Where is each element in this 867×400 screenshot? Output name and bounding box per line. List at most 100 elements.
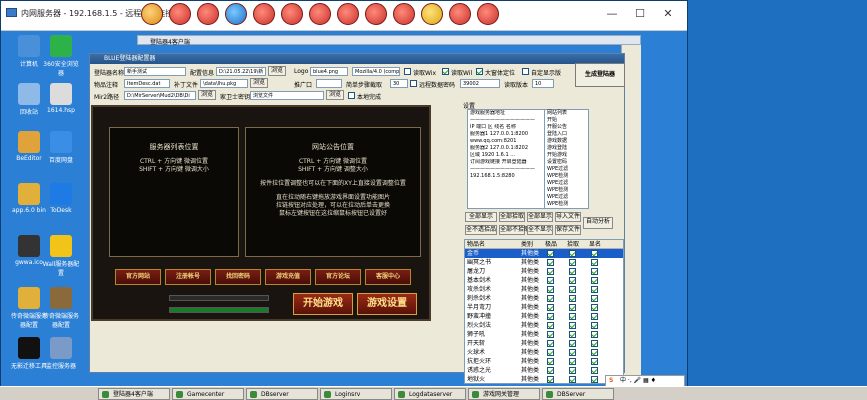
table-row[interactable]: 火球术 其他类 (465, 348, 623, 357)
taskbar-item[interactable]: 游戏网关管理 (468, 388, 540, 400)
none-show-button[interactable]: 全不显示 (527, 225, 553, 235)
function-list[interactable]: 网站列表 开始 开服公告 登陆入口 游戏数据 游戏登陆 开始游戏 设置密码 WPE过滤 WPE检测… (544, 109, 589, 209)
premium-checkbox[interactable] (547, 268, 554, 275)
show-name-checkbox[interactable] (591, 304, 598, 311)
premium-checkbox[interactable] (547, 313, 554, 320)
recharge-button[interactable]: 游戏充值 (265, 269, 311, 285)
pickup-checkbox[interactable] (569, 286, 576, 293)
premium-checkbox[interactable] (547, 322, 554, 329)
premium-checkbox[interactable] (547, 358, 554, 365)
toolbar-app-icon[interactable] (337, 3, 359, 25)
show-name-checkbox[interactable] (591, 322, 598, 329)
close-icon[interactable]: ✕ (655, 5, 681, 23)
server-list-line[interactable]: 服务器1 127.0.0.1:8200 (468, 131, 544, 138)
desktop-icon[interactable]: 1614.hsp (41, 83, 81, 114)
toolbar-app-icon[interactable] (421, 3, 443, 25)
table-row[interactable]: 幽冥之书 其他类 (465, 258, 623, 267)
desktop-icon[interactable]: 360安全浏览器 (41, 35, 81, 77)
desktop-icon[interactable]: ToDesk (41, 183, 81, 214)
toolbar-app-icon[interactable] (477, 3, 499, 25)
toolbar-app-icon[interactable] (253, 3, 275, 25)
taskbar-item[interactable]: Logdataserver (394, 388, 466, 400)
col-pickup[interactable]: 拾取 (567, 240, 579, 249)
col-category[interactable]: 类别 (521, 240, 533, 249)
pickup-checkbox[interactable] (569, 340, 576, 347)
show-name-checkbox[interactable] (591, 268, 598, 275)
desktop-icon[interactable]: Wall服务器配置 (41, 235, 81, 277)
single-step-input[interactable]: 30 (390, 79, 408, 88)
premium-checkbox[interactable] (547, 277, 554, 284)
notice-panel[interactable]: 网站公告位置 CTRL + 方向键 微调位置 SHIFT + 方向键 调整大小 … (245, 127, 421, 257)
import-file-button[interactable]: 导入文件 (555, 212, 581, 222)
guard-key-input[interactable]: 浏览文件 (250, 91, 324, 100)
taskbar-item[interactable]: Loginsrv (320, 388, 392, 400)
none-catch-button[interactable]: 全部不拾取 (499, 225, 530, 235)
table-row[interactable]: 开天斩 其他类 (465, 339, 623, 348)
pickup-checkbox[interactable] (569, 313, 576, 320)
table-row[interactable]: 野蛮冲撞 其他类 (465, 312, 623, 321)
remote-passwd-checkbox[interactable] (410, 80, 417, 87)
big-window-checkbox[interactable] (476, 68, 483, 75)
toolbar-app-icon[interactable] (309, 3, 331, 25)
function-list-item[interactable]: 游戏登陆 (545, 145, 588, 152)
start-game-button[interactable]: 开始游戏 (293, 293, 353, 315)
function-list-item[interactable]: WPE检测 (545, 173, 588, 180)
server-list-line[interactable]: 游戏服务器地址 (468, 110, 544, 117)
function-list-item[interactable]: WPE检测 (545, 201, 588, 208)
col-show-name[interactable]: 显名 (589, 240, 601, 249)
table-row[interactable]: 烈火剑法 其他类 (465, 321, 623, 330)
toolbar-app-icon[interactable] (225, 3, 247, 25)
pickup-checkbox[interactable] (569, 376, 576, 383)
toolbar-app-icon[interactable] (365, 3, 387, 25)
support-button[interactable]: 客服中心 (365, 269, 411, 285)
table-row[interactable]: 金币 其他类 (465, 249, 623, 258)
show-name-checkbox[interactable] (591, 340, 598, 347)
toolbar-app-icon[interactable] (393, 3, 415, 25)
browse-patch-button[interactable]: 浏览 (250, 78, 268, 88)
premium-checkbox[interactable] (547, 340, 554, 347)
desktop-icon[interactable]: 传奇微端服务器配置 (41, 287, 81, 329)
local-finish-checkbox[interactable] (348, 92, 355, 99)
show-name-checkbox[interactable] (591, 295, 598, 302)
pickup-checkbox[interactable] (569, 259, 576, 266)
custom-display-checkbox[interactable] (522, 68, 529, 75)
server-list-line[interactable]: ————————————— (468, 166, 544, 173)
function-list-item[interactable]: 开始游戏 (545, 152, 588, 159)
desktop-icon[interactable]: 监控服务器 (41, 337, 81, 370)
server-list-line[interactable]: 订阅游戏链接 开启登陆器 (468, 159, 544, 166)
pickup-checkbox[interactable] (569, 277, 576, 284)
premium-checkbox[interactable] (547, 331, 554, 338)
all-show-button[interactable]: 全部显示 (465, 212, 497, 222)
premium-checkbox[interactable] (547, 295, 554, 302)
premium-checkbox[interactable] (547, 349, 554, 356)
function-list-item[interactable]: 设置密码 (545, 159, 588, 166)
pickup-checkbox[interactable] (569, 250, 576, 257)
function-list-item[interactable]: 游戏数据 (545, 138, 588, 145)
taskbar-item[interactable]: Gamecenter (172, 388, 244, 400)
patch-file-input[interactable]: \data\lhu.pkg (200, 79, 248, 88)
mir-path-input[interactable]: D:\MirServer\Mud2\DB\Di (124, 91, 196, 100)
server-list-line[interactable]: ————————————— (468, 117, 544, 124)
col-item-name[interactable]: 物品名 (467, 240, 485, 249)
toolbar-app-icon[interactable] (281, 3, 303, 25)
read-wix-checkbox[interactable] (404, 68, 411, 75)
browse-config-button[interactable]: 浏览 (268, 66, 286, 76)
show-name-checkbox[interactable] (591, 376, 598, 383)
taskbar-item[interactable]: DBServer (542, 388, 614, 400)
pickup-checkbox[interactable] (569, 268, 576, 275)
col-premium[interactable]: 极品 (545, 240, 557, 249)
table-row[interactable]: 狮子吼 其他类 (465, 330, 623, 339)
table-row[interactable]: 基本剑术 其他类 (465, 276, 623, 285)
server-list-line[interactable]: 服务器2 127.0.0.1:8202 (468, 145, 544, 152)
maximize-icon[interactable]: ☐ (627, 5, 653, 23)
show-name-checkbox[interactable] (591, 313, 598, 320)
server-name-input[interactable]: 新手测试 (124, 67, 186, 76)
pickup-checkbox[interactable] (569, 331, 576, 338)
official-site-button[interactable]: 官方网站 (115, 269, 161, 285)
show-name-checkbox[interactable] (591, 349, 598, 356)
premium-checkbox[interactable] (547, 286, 554, 293)
show-name-checkbox[interactable] (591, 358, 598, 365)
auto-analyze-button[interactable]: 自动分析 (583, 217, 613, 229)
show-name-checkbox[interactable] (591, 286, 598, 293)
server-list-panel[interactable]: 服务器列表位置 CTRL + 方向键 微调位置 SHIFT + 方向键 微调大小 (109, 127, 239, 257)
